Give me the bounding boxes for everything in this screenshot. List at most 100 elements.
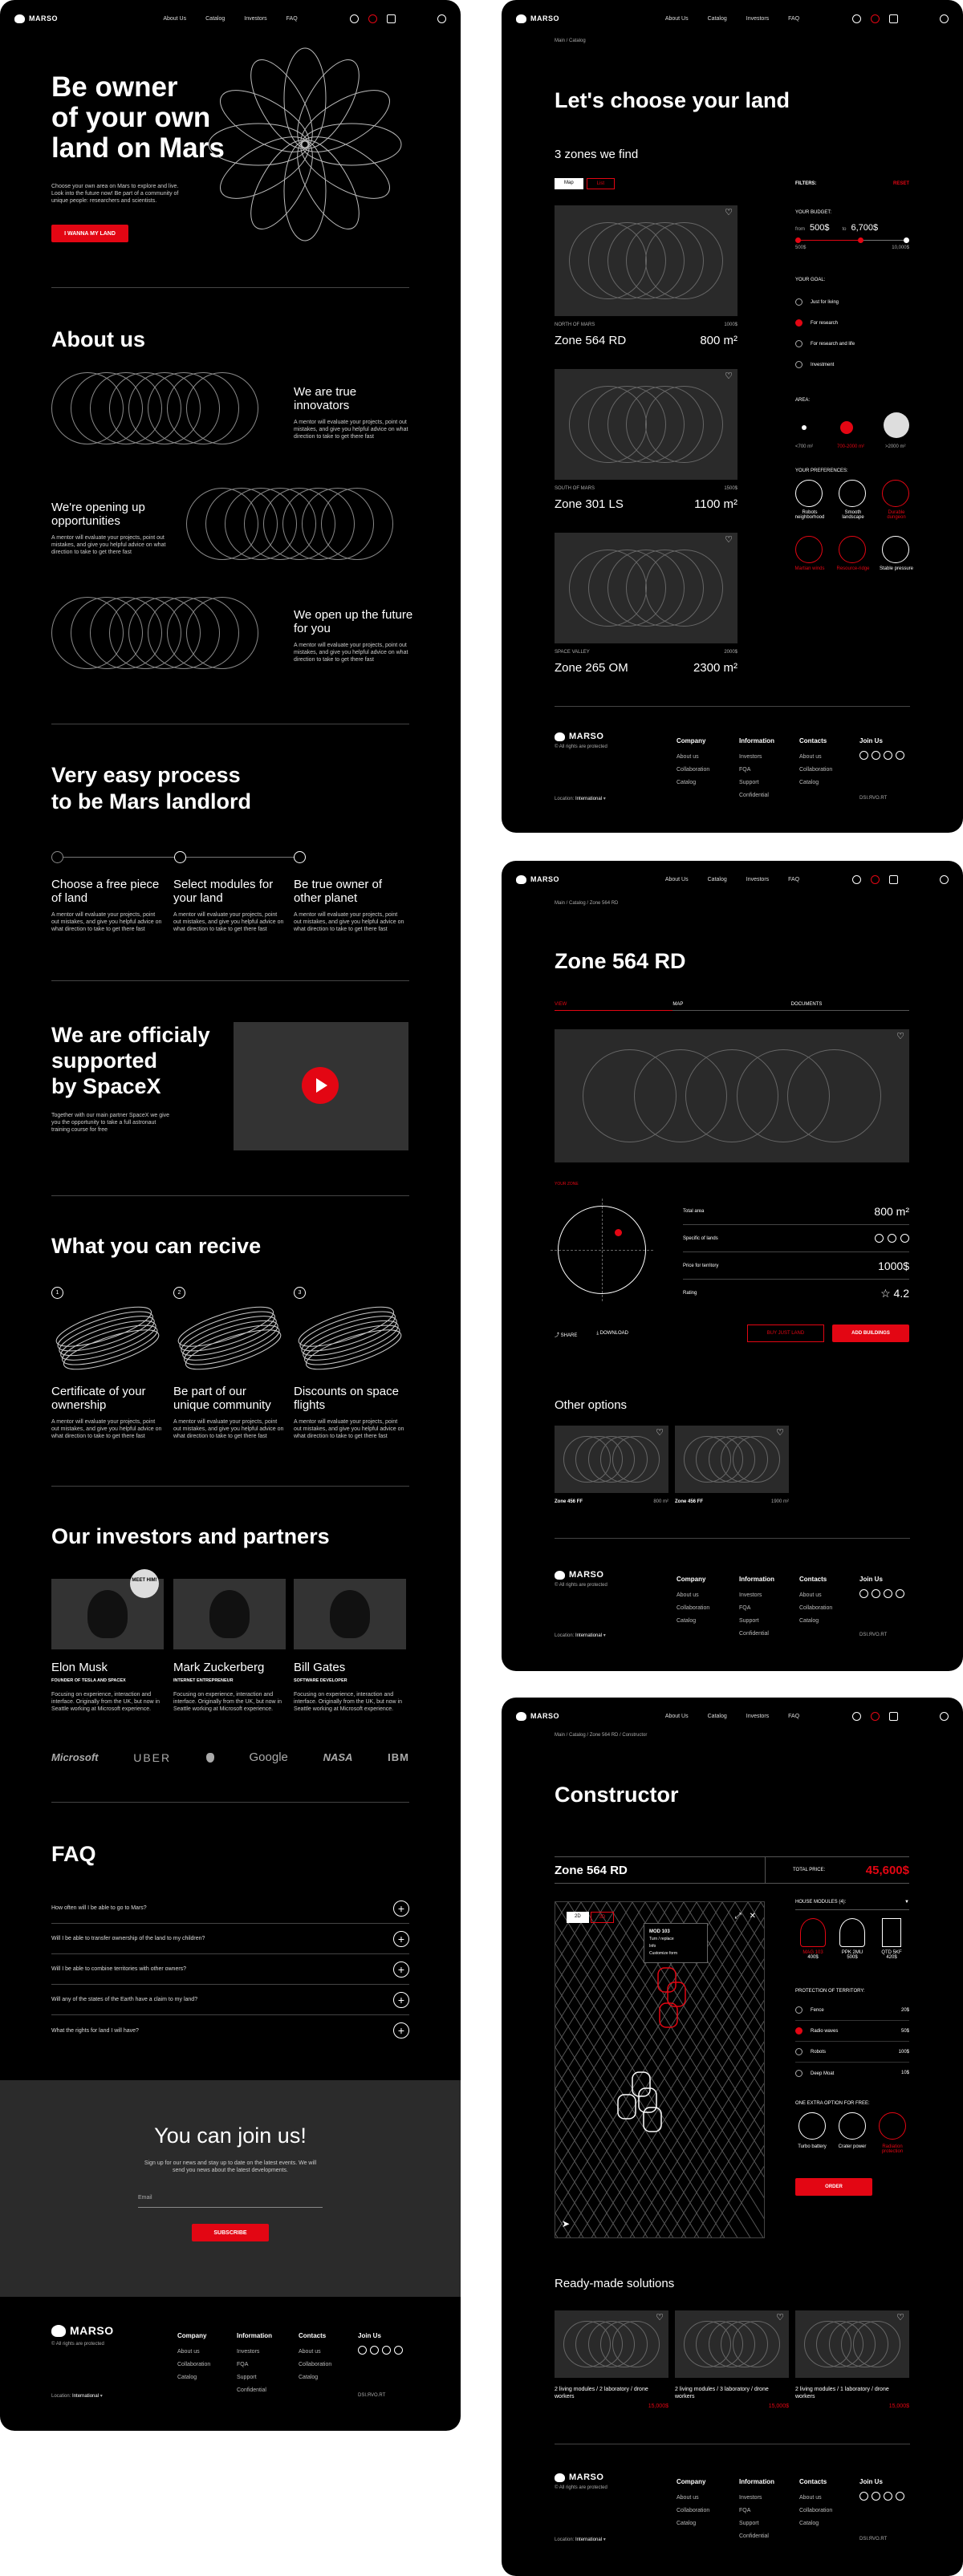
other-zone-card[interactable]: ♡ Zone 456 FF 800 m² [555,1426,668,1504]
heart-icon[interactable]: ♡ [725,371,733,381]
pref-landscape[interactable] [839,480,866,507]
footer-logo[interactable]: MARSO © All rights are protected [555,732,607,749]
join-title: You can join us! [154,2124,307,2148]
pref-pressure[interactable] [882,536,909,563]
heart-icon[interactable]: ♡ [776,2312,784,2322]
zone-card[interactable]: ♡ NORTH OF MARS 1000$ Zone 564 RD 800 m² [555,205,737,347]
meet-badge[interactable]: MEET HIM! [130,1569,159,1598]
location-select[interactable]: Location: International ▾ [51,2393,103,2399]
solution-card[interactable]: ♡ 2 living modules / 3 laboratory / dron… [675,2310,789,2409]
constructor-panel: HOUSE MODULES (4): ▼ MAG 103 400$ PPK 2MU 5… [795,1900,909,2196]
close-icon[interactable]: ✕ [750,1912,756,1921]
investor-photo[interactable] [294,1579,406,1649]
chevron-down-icon[interactable]: ▼ [904,1900,909,1905]
nav-faq[interactable]: FAQ [286,16,298,22]
budget-slider[interactable] [795,236,909,245]
pref-robots[interactable] [795,480,823,507]
plus-icon: + [393,1991,409,2008]
instagram-icon[interactable] [382,2346,391,2355]
brand-logo[interactable]: MARSO [14,14,58,23]
email-input[interactable]: Email [138,2195,323,2208]
nav-catalog[interactable]: Catalog [205,16,225,22]
faq-item[interactable]: How often will I be able to go to Mars? + [51,1893,409,1924]
wanna-land-button[interactable]: I WANNA MY LAND [51,225,128,242]
nav-investors[interactable]: Investors [244,16,266,22]
nav-about[interactable]: About Us [163,16,186,22]
search-icon[interactable] [437,14,446,23]
heart-icon[interactable]: ♡ [896,1031,904,1041]
pref-resource[interactable] [839,536,866,563]
subscribe-button[interactable]: SUBSCRIBE [192,2224,269,2241]
footer-logo[interactable]: MARSO © All rights are protected [555,1570,607,1588]
heart-icon[interactable]: ♡ [656,1427,664,1438]
heart-icon[interactable]: ♡ [656,2312,664,2322]
module-card[interactable]: QTD 5KF 420$ [874,1918,909,1960]
breadcrumb[interactable]: Main / Catalog / Zone 564 RD [555,901,618,906]
reset-button[interactable]: RESET [893,181,909,186]
spacex-text: Together with our main partner SpaceX we… [51,1113,170,1133]
zone-card[interactable]: ♡ SPACE VALLEY 2000$ Zone 265 OM 2300 m² [555,533,737,675]
twitter-icon[interactable] [370,2346,379,2355]
download-button[interactable]: ⤓ DOWNLOAD [596,1331,628,1338]
module-card[interactable]: PPK 2MU 500$ [835,1918,870,1960]
cart-icon[interactable] [387,14,396,23]
zone-image: ♡ [555,1029,909,1162]
faq-item[interactable]: Will I be able to transfer ownership of … [51,1924,409,1954]
faq-item[interactable]: What the rights for land I will have? + [51,2015,409,2046]
user-icon[interactable] [852,14,861,23]
cart-icon[interactable] [889,14,898,23]
apple-logo [205,1752,214,1763]
share-button[interactable]: ⤴ SHARE [555,1331,577,1338]
location-select[interactable]: Location: International ▾ [555,1633,606,1638]
order-button[interactable]: ORDER [795,2178,872,2196]
footer-logo[interactable]: MARSO © All rights are protected [555,2473,607,2490]
constructor-canvas[interactable]: 2D 3D ⤢ ✕ MOD 103 Turn / replace Info Custo… [555,1901,765,2238]
investor-photo[interactable]: MEET HIM! [51,1569,164,1649]
breadcrumb[interactable]: Main / Catalog / Zone 564 RD / Construct… [555,1733,647,1738]
video-player[interactable] [234,1022,408,1150]
location-select[interactable]: Location: International ▾ [555,796,606,801]
microsoft-logo: Microsoft [51,1751,99,1763]
play-icon [316,1078,327,1093]
heart-icon[interactable]: ♡ [725,207,733,217]
heart-icon[interactable]: ♡ [896,2312,904,2322]
budget-to[interactable]: 6,700$ [851,223,879,233]
avatar [209,1590,250,1638]
location-select[interactable]: Location: International ▾ [555,2537,606,2542]
view-toggle[interactable]: Map List [555,178,616,189]
footer-logo[interactable]: MARSO © All rights are protected [51,2324,114,2347]
bell-icon[interactable] [368,14,377,23]
view-2d-button[interactable]: 2D [567,1912,589,1923]
solution-card[interactable]: ♡ 2 living modules / 2 laboratory / dron… [555,2310,668,2409]
solution-card[interactable]: ♡ 2 living modules / 1 laboratory / dron… [795,2310,909,2409]
telegram-icon[interactable] [394,2346,403,2355]
plus-icon: + [393,1900,409,1917]
search-icon[interactable] [940,14,949,23]
module-tooltip: MOD 103 Turn / replace Info Customize form [644,1923,708,1963]
investor-info: Mark Zuckerberg INTERNET ENTREPRENEUR Fo… [173,1661,282,1712]
buy-land-button[interactable]: BUY JUST LAND [747,1325,824,1342]
view-3d-button[interactable]: 3D [590,1912,615,1923]
heart-icon[interactable]: ♡ [776,1427,784,1438]
compass-icon[interactable]: ➤ [562,2218,570,2229]
add-buildings-button[interactable]: ADD BUILDINGS [832,1325,909,1342]
faq-item[interactable]: Will any of the states of the Earth have… [51,1985,409,2015]
about-item: We're opening up opportunities A mentor … [51,501,166,555]
investor-photo[interactable] [173,1579,286,1649]
play-button[interactable] [302,1067,339,1104]
zone-card[interactable]: ♡ SOUTH OF MARS 1500$ Zone 301 LS 1100 m² [555,369,737,511]
zone-actions: ⤴ SHARE ⤓ DOWNLOAD [555,1331,628,1338]
breadcrumb[interactable]: Main / Catalog [555,39,586,43]
heart-icon[interactable]: ♡ [725,534,733,545]
budget-from[interactable]: 500$ [810,223,829,233]
faq-item[interactable]: Will I be able to combine territories wi… [51,1954,409,1985]
facebook-icon[interactable] [358,2346,367,2355]
user-icon[interactable] [350,14,359,23]
module-card[interactable]: MAG 103 400$ [795,1918,831,1960]
expand-icon[interactable]: ⤢ [735,1912,742,1921]
pref-winds[interactable] [795,536,823,563]
other-zone-card[interactable]: ♡ Zone 456 FF 1900 m² [675,1426,789,1504]
bell-icon[interactable] [871,14,880,23]
zone-map[interactable] [551,1199,653,1301]
pref-dungeon[interactable] [882,480,909,507]
